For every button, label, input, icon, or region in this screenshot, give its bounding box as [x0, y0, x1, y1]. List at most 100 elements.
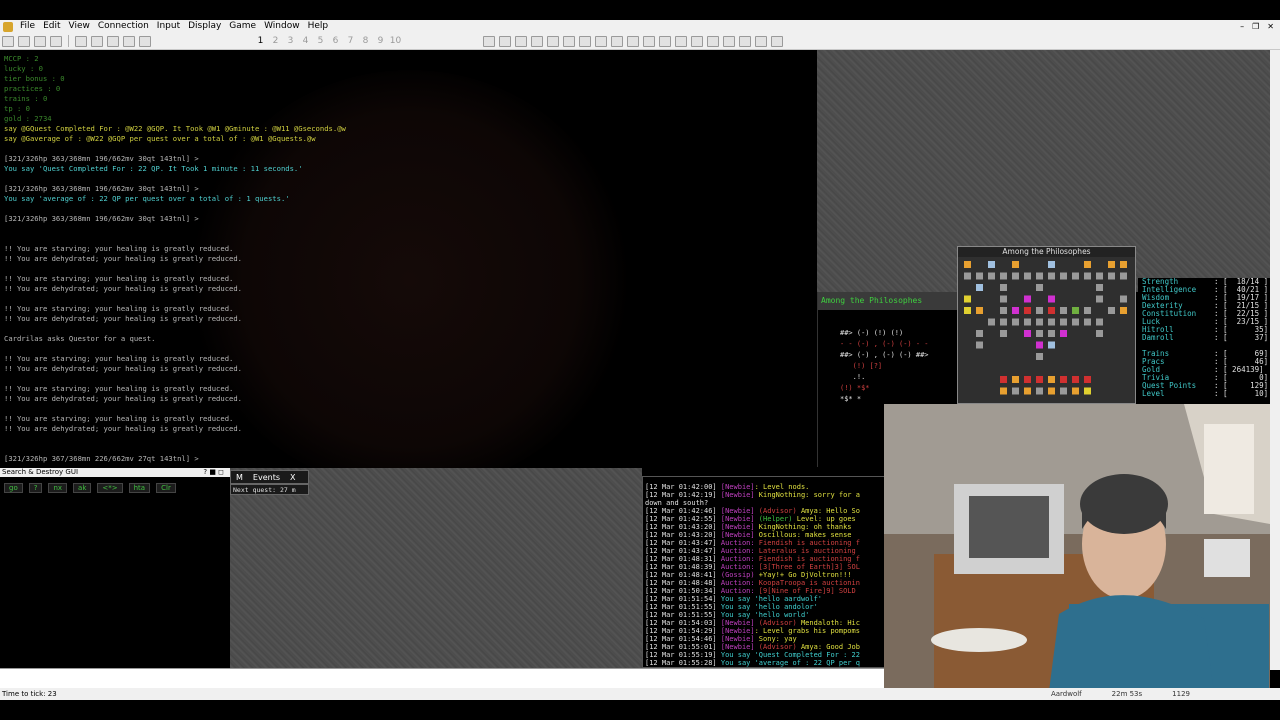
- map-room[interactable]: [1120, 272, 1127, 280]
- map-room[interactable]: [1048, 318, 1055, 326]
- map-room[interactable]: [964, 272, 971, 280]
- main-output-window[interactable]: MCCP : 2 lucky : 0 tier bonus : 0 practices…: [0, 50, 817, 468]
- mapper-icon[interactable]: [723, 35, 735, 47]
- save-icon[interactable]: [34, 35, 46, 47]
- alias-icon[interactable]: [547, 35, 559, 47]
- map-room[interactable]: [1096, 272, 1103, 280]
- map-room[interactable]: [1036, 353, 1043, 360]
- world-tab-4[interactable]: 4: [298, 36, 313, 46]
- paste-icon[interactable]: [107, 35, 119, 47]
- map-room[interactable]: [1060, 376, 1067, 383]
- vertical-scrollbar[interactable]: [1270, 50, 1280, 670]
- map-room[interactable]: [1048, 307, 1055, 314]
- map-room[interactable]: [988, 261, 995, 268]
- map-room[interactable]: [1060, 387, 1067, 395]
- map-room[interactable]: [964, 307, 971, 314]
- map-room[interactable]: [1084, 272, 1091, 280]
- map-room[interactable]: [1048, 330, 1055, 337]
- map-room[interactable]: [1000, 318, 1007, 326]
- map-room[interactable]: [976, 307, 983, 314]
- map-room[interactable]: [1036, 272, 1043, 280]
- restore-icon[interactable]: ❐: [1252, 22, 1259, 31]
- map-room[interactable]: [1060, 307, 1067, 314]
- map-room[interactable]: [964, 261, 971, 268]
- trigger-icon[interactable]: [531, 35, 543, 47]
- chat-window[interactable]: [12 Mar 01:42:00] [Newbie]: Level nods.[…: [642, 476, 885, 668]
- map-room[interactable]: [1024, 272, 1031, 280]
- map-room[interactable]: [1000, 295, 1007, 303]
- map-room[interactable]: [988, 272, 995, 280]
- open-icon[interactable]: [18, 35, 30, 47]
- map-room[interactable]: [1048, 261, 1055, 268]
- map-room[interactable]: [1048, 295, 1055, 303]
- map-room[interactable]: [1120, 261, 1127, 268]
- macro-icon[interactable]: [579, 35, 591, 47]
- map-room[interactable]: [1024, 318, 1031, 326]
- map-room[interactable]: [1108, 261, 1115, 268]
- menu-window[interactable]: Window: [260, 20, 304, 33]
- map-room[interactable]: [1084, 261, 1091, 268]
- events-tab-m[interactable]: M: [231, 473, 248, 482]
- map-room[interactable]: [1108, 307, 1115, 314]
- map-room[interactable]: [976, 341, 983, 349]
- context-help-icon[interactable]: [139, 35, 151, 47]
- map-room[interactable]: [1096, 295, 1103, 303]
- minimize-icon[interactable]: –: [1240, 22, 1244, 31]
- variable-icon[interactable]: [595, 35, 607, 47]
- map-room[interactable]: [1036, 284, 1043, 291]
- map-room[interactable]: [1084, 318, 1091, 326]
- map-room[interactable]: [1072, 376, 1079, 383]
- notepad-icon[interactable]: [627, 35, 639, 47]
- grid-icon[interactable]: [659, 35, 671, 47]
- map-room[interactable]: [976, 272, 983, 280]
- menu-file[interactable]: File: [16, 20, 39, 33]
- map-room[interactable]: [1024, 295, 1031, 303]
- map-room[interactable]: [1000, 330, 1007, 337]
- map-room[interactable]: [1048, 341, 1055, 349]
- world-tab-1[interactable]: 1: [253, 36, 268, 46]
- map-room[interactable]: [988, 318, 995, 326]
- map-room[interactable]: [1012, 376, 1019, 383]
- world-tab-7[interactable]: 7: [343, 36, 358, 46]
- events-tab[interactable]: Events: [248, 473, 285, 482]
- arrange-icon[interactable]: [675, 35, 687, 47]
- timer-icon[interactable]: [563, 35, 575, 47]
- sd-button[interactable]: nx: [48, 483, 68, 493]
- map-room[interactable]: [1072, 318, 1079, 326]
- map-room[interactable]: [1036, 341, 1043, 349]
- map-room[interactable]: [1036, 307, 1043, 314]
- map-window[interactable]: Among the Philosophes: [957, 246, 1136, 404]
- command-input[interactable]: [0, 668, 884, 688]
- settings-icon[interactable]: [691, 35, 703, 47]
- map-room[interactable]: [1072, 307, 1079, 314]
- map-room[interactable]: [1096, 330, 1103, 337]
- menu-input[interactable]: Input: [153, 20, 184, 33]
- map-room[interactable]: [1012, 307, 1019, 314]
- map-room[interactable]: [1000, 284, 1007, 291]
- copy-icon[interactable]: [91, 35, 103, 47]
- world-tab-5[interactable]: 5: [313, 36, 328, 46]
- tools-icon[interactable]: [755, 35, 767, 47]
- menu-connection[interactable]: Connection: [94, 20, 153, 33]
- menu-game[interactable]: Game: [225, 20, 260, 33]
- sd-button[interactable]: ak: [73, 483, 92, 493]
- world-tab-9[interactable]: 9: [373, 36, 388, 46]
- menu-view[interactable]: View: [65, 20, 94, 33]
- map-room[interactable]: [1012, 387, 1019, 395]
- sd-button[interactable]: hta: [128, 483, 151, 493]
- world-tab-2[interactable]: 2: [268, 36, 283, 46]
- events-close-icon[interactable]: X: [285, 473, 300, 482]
- map-room[interactable]: [1000, 272, 1007, 280]
- map-room[interactable]: [1096, 284, 1103, 291]
- map-room[interactable]: [1084, 307, 1091, 314]
- plugin-icon[interactable]: [707, 35, 719, 47]
- map-room[interactable]: [1000, 387, 1007, 395]
- map-room[interactable]: [1096, 318, 1103, 326]
- map-rooms[interactable]: [958, 257, 1135, 403]
- menu-help[interactable]: Help: [304, 20, 333, 33]
- map-room[interactable]: [1024, 376, 1031, 383]
- map-room[interactable]: [1084, 376, 1091, 383]
- list-icon[interactable]: [643, 35, 655, 47]
- map-room[interactable]: [1000, 307, 1007, 314]
- cut-icon[interactable]: [75, 35, 87, 47]
